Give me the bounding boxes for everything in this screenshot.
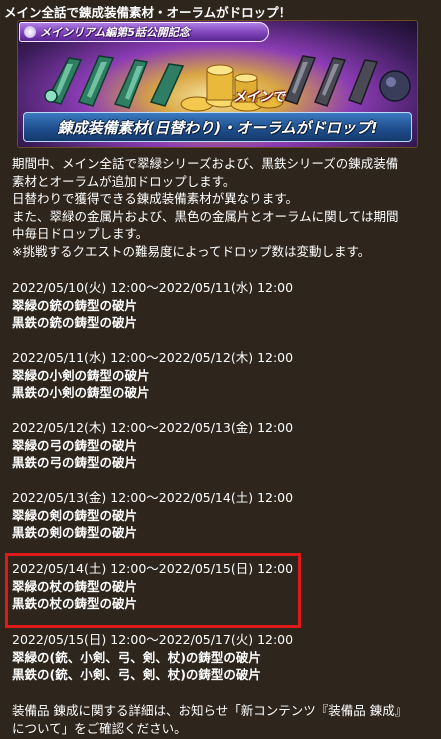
schedule-item: 翠緑の銃の鋳型の破片 [12, 297, 138, 313]
schedule-item: 翠緑の弓の鋳型の破片 [12, 437, 138, 453]
schedule-item: 黒鉄の(銃、小剣、弓、剣、杖)の鋳型の破片 [12, 667, 261, 682]
schedule-item: 翠緑の(銃、小剣、弓、剣、杖)の鋳型の破片 [12, 649, 261, 665]
green-weapons-icon [44, 55, 185, 109]
schedule-item: 黒鉄の弓の鋳型の破片 [12, 455, 138, 470]
footer-line: 装備品 錬成に関する詳細は、お知らせ「新コンテンツ『装備品 錬成』 [12, 703, 408, 718]
schedule-entry: 2022/05/13(金) 12:00～2022/05/14(土) 12:00 … [12, 489, 293, 542]
banner-main-plate: 錬成装備素材(日替わり)・オーラムがドロップ! [23, 112, 412, 142]
intro-line: ※挑戦するクエストの難易度によってドロップ数は変動します。 [12, 243, 371, 259]
schedule-item: 翠緑の小剣の鋳型の破片 [12, 367, 150, 383]
schedule-item: 黒鉄の小剣の鋳型の破片 [12, 385, 150, 400]
intro-line: また、翠緑の金属片および、黒色の金属片とオーラムに関しては期間 [12, 208, 399, 224]
schedule-item: 黒鉄の銃の鋳型の破片 [12, 315, 138, 330]
banner-sub-text: メインで [233, 90, 286, 105]
intro-line: 中毎日ドロップします。 [12, 226, 149, 241]
schedule-entry: 2022/05/15(日) 12:00～2022/05/17(火) 12:00 … [12, 631, 293, 684]
event-banner[interactable]: メインリアム編第5話公開記念 メインで 錬成装備素材(日替わり)・オーラムがドロ… [17, 20, 418, 148]
intro-line: 日替わりで獲得できる錬成装備素材が異なります。 [12, 191, 299, 206]
schedule-entry: 2022/05/10(火) 12:00～2022/05/11(水) 12:00 … [12, 279, 293, 332]
banner-main-text: 錬成装備素材(日替わり)・オーラムがドロップ! [57, 118, 378, 137]
black-iron-weapons-icon [284, 55, 411, 107]
footer-line: について」をご確認ください。 [12, 720, 187, 736]
intro-line: 期間中、メイン全話で翠緑シリーズおよび、黒鉄シリーズの錬成装備 [12, 156, 399, 171]
banner-ribbon-text: メインリアム編第5話公開記念 [40, 26, 190, 39]
schedule-item: 翠緑の杖の鋳型の破片 [12, 578, 138, 594]
ribbon-emblem-icon [24, 26, 36, 38]
footer-text: 装備品 錬成に関する詳細は、お知らせ「新コンテンツ『装備品 錬成』 について」を… [12, 702, 407, 737]
schedule-entry: 2022/05/12(木) 12:00～2022/05/13(金) 12:00 … [12, 419, 293, 472]
schedule-entry: 2022/05/11(水) 12:00～2022/05/12(木) 12:00 … [12, 349, 293, 402]
intro-text: 期間中、メイン全話で翠緑シリーズおよび、黒鉄シリーズの錬成装備 素材とオーラムが… [12, 155, 399, 260]
schedule-period: 2022/05/13(金) 12:00～2022/05/14(土) 12:00 [12, 490, 294, 505]
schedule-item: 黒鉄の杖の鋳型の破片 [12, 596, 138, 611]
schedule-period: 2022/05/12(木) 12:00～2022/05/13(金) 12:00 [12, 420, 294, 435]
banner-ribbon: メインリアム編第5話公開記念 [19, 22, 269, 42]
schedule-period: 2022/05/14(土) 12:00～2022/05/15(日) 12:00 [12, 561, 294, 576]
schedule-period: 2022/05/11(水) 12:00～2022/05/12(木) 12:00 [12, 350, 294, 365]
intro-line: 素材とオーラムが追加ドロップします。 [12, 173, 236, 189]
schedule-item: 黒鉄の剣の鋳型の破片 [12, 525, 138, 540]
schedule-period: 2022/05/10(火) 12:00～2022/05/11(水) 12:00 [12, 280, 294, 295]
schedule-period: 2022/05/15(日) 12:00～2022/05/17(火) 12:00 [12, 632, 294, 647]
page-title: メイン全話で錬成装備素材・オーラムがドロップ！ [4, 5, 292, 20]
schedule-item: 翠緑の剣の鋳型の破片 [12, 507, 138, 523]
schedule-entry-highlighted: 2022/05/14(土) 12:00～2022/05/15(日) 12:00 … [12, 560, 293, 613]
